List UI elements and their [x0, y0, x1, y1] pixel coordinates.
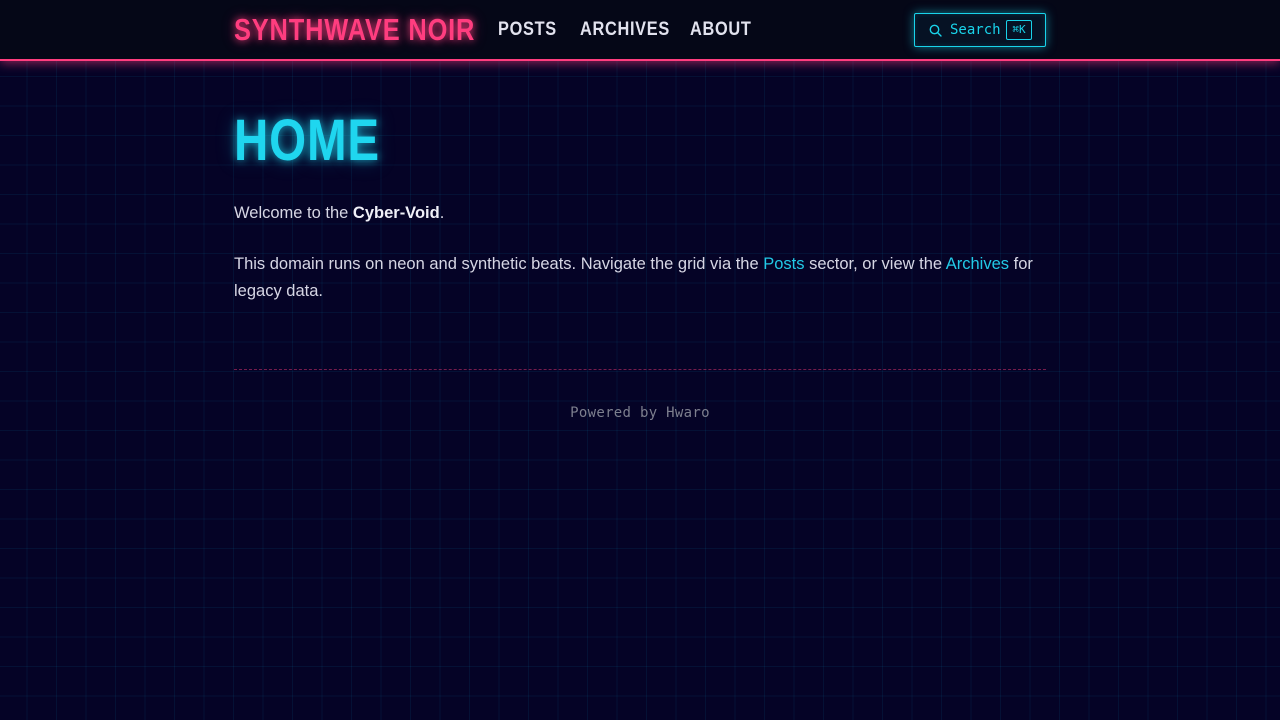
welcome-prefix: Welcome to the [234, 204, 353, 222]
footer: Powered by Hwaro [0, 403, 1280, 423]
search-button[interactable]: Search ⌘K [914, 13, 1046, 47]
nav-link-posts[interactable]: POSTS [498, 16, 557, 44]
nav-link-about[interactable]: ABOUT [690, 16, 752, 44]
welcome-emphasis: Cyber-Void [352, 204, 440, 222]
archives-link[interactable]: Archives [946, 255, 1009, 273]
welcome-paragraph: Welcome to the Cyber-Void. [234, 200, 1046, 227]
top-navigation-bar: SYNTHWAVE NOIR POSTS ARCHIVES ABOUT Sear… [0, 0, 1280, 61]
intro-text-2: sector, or view the [804, 255, 946, 273]
page-title: HOME [234, 108, 380, 173]
keyboard-shortcut-badge: ⌘K [1006, 20, 1032, 40]
posts-link[interactable]: Posts [763, 255, 804, 273]
nav-link-archives[interactable]: ARCHIVES [580, 16, 670, 44]
footer-credit: Powered by Hwaro [570, 405, 710, 421]
search-label: Search [950, 22, 1001, 38]
footer-divider [234, 369, 1046, 370]
intro-paragraph: This domain runs on neon and synthetic b… [234, 251, 1046, 305]
site-logo-link[interactable]: SYNTHWAVE NOIR [234, 10, 475, 50]
search-icon [929, 24, 942, 37]
welcome-suffix: . [439, 204, 445, 222]
intro-text-1: This domain runs on neon and synthetic b… [234, 255, 764, 273]
